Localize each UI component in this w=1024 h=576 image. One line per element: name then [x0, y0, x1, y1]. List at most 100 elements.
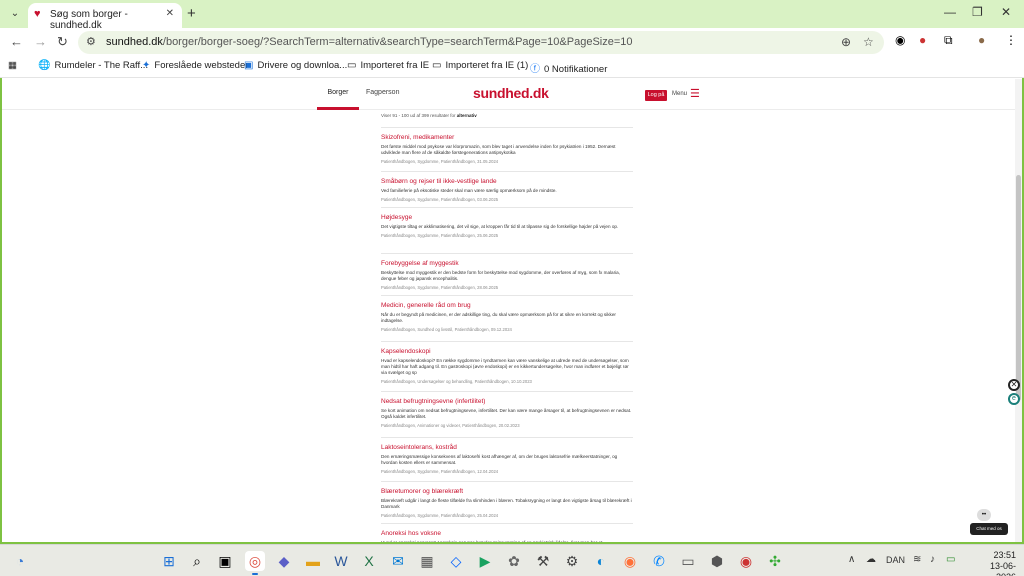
edge-icon[interactable]: ◐: [591, 551, 611, 571]
messenger-icon[interactable]: ✆: [649, 551, 669, 571]
calculator-icon[interactable]: ▦: [417, 551, 437, 571]
app-icon[interactable]: ◉: [736, 551, 756, 571]
accessibility-widget-icon[interactable]: e: [1008, 393, 1020, 405]
bookmark-item[interactable]: ⓕ 0 Notifikationer: [530, 60, 607, 75]
result-title-link[interactable]: Blæretumorer og blærekræft: [381, 488, 633, 495]
result-title-link[interactable]: Medicin, generelle råd om brug: [381, 302, 633, 309]
clock-date: 13-06-2026: [989, 561, 1016, 576]
bookmark-item[interactable]: ▭ Importeret fra IE (1): [432, 60, 528, 71]
site-info-icon[interactable]: ⚙: [86, 35, 96, 48]
browser-menu-icon[interactable]: ⋮: [1005, 33, 1017, 47]
result-meta: Patienthåndbogen, Sygdomme, Patienthåndb…: [381, 513, 499, 518]
bookmark-item[interactable]: ✦ Foreslåede websteder: [142, 60, 248, 71]
app-icon[interactable]: ⚙: [562, 551, 582, 571]
bookmark-star-icon[interactable]: ☆: [863, 35, 874, 49]
tab-fagperson[interactable]: Fagperson: [366, 89, 399, 96]
app-icon[interactable]: ⬢: [707, 551, 727, 571]
folder-icon: ▭: [432, 60, 442, 71]
sparkle-icon: ✦: [142, 60, 151, 71]
folder-icon: ▭: [347, 60, 357, 71]
result-meta: Patienthåndbogen, Sygdomme, Patienthåndb…: [381, 197, 499, 202]
app-icon[interactable]: ⚒: [533, 551, 553, 571]
bookmark-item[interactable]: ▭ Importeret fra IE: [347, 60, 429, 71]
menu-label[interactable]: Menu: [672, 91, 687, 97]
result-meta: Patienthåndbogen, Sygdomme, Patienthåndb…: [381, 233, 499, 238]
result-description: Se kort animation om nedsat befrugtnings…: [381, 408, 632, 419]
clock[interactable]: 23:51 13-06-2026: [976, 550, 1016, 576]
dell-icon: ▣: [244, 60, 254, 71]
profile-avatar[interactable]: ●: [978, 33, 985, 47]
result-description: Ved familieferie på eksotiske steder ska…: [381, 188, 557, 193]
tab-search-icon[interactable]: ⌄: [6, 6, 24, 22]
search-result: Nedsat befrugtningsevne (infertilitet) Se…: [381, 391, 633, 437]
restore-icon[interactable]: ❐: [972, 5, 983, 19]
login-button[interactable]: Log på: [645, 90, 667, 101]
search-result: Skizofreni, medikamenter Det første midde…: [381, 127, 633, 171]
search-icon[interactable]: ⌕: [187, 551, 207, 571]
bookmark-item[interactable]: ▣ Drivere og downloa...: [244, 60, 347, 71]
extension-shield-icon[interactable]: ◉: [895, 33, 905, 47]
word-icon[interactable]: W: [331, 551, 351, 571]
start-icon[interactable]: ⊞: [159, 551, 179, 571]
extension-color-icon[interactable]: ●: [919, 33, 926, 47]
cloud-icon[interactable]: ☁: [866, 554, 876, 565]
close-tab-icon[interactable]: ✕: [166, 8, 174, 19]
minimize-icon[interactable]: —: [944, 5, 956, 19]
dropbox-icon[interactable]: ◇: [446, 551, 466, 571]
file-explorer-icon[interactable]: ▬: [303, 551, 323, 571]
app-icon[interactable]: ✣: [765, 551, 785, 571]
bookmark-item[interactable]: 🌐 Rumdeler - The Raff...: [38, 60, 148, 71]
show-hidden-icons-icon[interactable]: ∧: [848, 554, 855, 565]
back-icon[interactable]: ←: [10, 34, 23, 49]
scrollbar-thumb[interactable]: [1016, 175, 1021, 401]
extensions-puzzle-icon[interactable]: ⧉: [944, 33, 953, 48]
close-window-icon[interactable]: ✕: [1001, 5, 1011, 19]
task-view-icon[interactable]: ▣: [215, 551, 235, 571]
battery-icon[interactable]: ▭: [946, 554, 955, 565]
web-page: Borger Fagperson sundhed.dk Log på Menu …: [2, 79, 1017, 542]
tab-active[interactable]: ♥ Søg som borger - sundhed.dk ✕: [28, 3, 182, 31]
tab-borger[interactable]: Borger: [317, 89, 359, 96]
result-meta: Patienthåndbogen, Animationer og videoer…: [381, 423, 520, 428]
outlook-icon[interactable]: ✉: [388, 551, 408, 571]
excel-icon[interactable]: X: [359, 551, 379, 571]
result-meta: Patienthåndbogen, Sygdomme, Patienthåndb…: [381, 285, 499, 290]
language-indicator[interactable]: DAN: [886, 555, 905, 565]
address-bar[interactable]: ⚙ sundhed.dk/borger/borger-soeg/?SearchT…: [78, 31, 884, 54]
result-title-link[interactable]: Forebyggelse af myggestik: [381, 260, 633, 267]
result-title-link[interactable]: Højdesyge: [381, 214, 633, 221]
reload-icon[interactable]: ↻: [57, 34, 68, 50]
result-title-link[interactable]: Skizofreni, medikamenter: [381, 134, 633, 141]
search-result: Kapselendoskopi Hvad er kapselendoskopi? …: [381, 341, 633, 391]
close-widget-icon[interactable]: ✕: [1008, 379, 1020, 391]
result-title-link[interactable]: Laktoseintolerans, kostråd: [381, 444, 633, 451]
app-icon[interactable]: ▶: [475, 551, 495, 571]
wifi-icon[interactable]: ≋: [913, 554, 921, 565]
facebook-icon: ⓕ: [530, 64, 540, 75]
result-title-link[interactable]: Anoreksi hos voksne: [381, 530, 633, 537]
app-icon[interactable]: ✿: [504, 551, 524, 571]
chrome-icon[interactable]: ◎: [245, 551, 265, 571]
apps-grid-icon[interactable]: ▦: [8, 60, 17, 71]
new-tab-icon[interactable]: +: [187, 5, 196, 22]
chat-button[interactable]: Chat med os: [970, 523, 1008, 535]
app-icon[interactable]: ▭: [678, 551, 698, 571]
result-title-link[interactable]: Kapselendoskopi: [381, 348, 633, 355]
forward-icon[interactable]: →: [34, 34, 47, 49]
result-description: Hvad er anoreksi nervosa? Anoreksia nerv…: [381, 540, 633, 542]
url-text[interactable]: sundhed.dk/borger/borger-soeg/?SearchTer…: [106, 36, 633, 48]
result-meta: Patienthåndbogen, Sundhed og livsstil, P…: [381, 327, 512, 332]
widgets-icon[interactable]: ◔: [10, 551, 30, 571]
chat-avatar-icon[interactable]: ••: [977, 509, 991, 521]
hamburger-menu-icon[interactable]: ☰: [690, 87, 700, 100]
site-logo[interactable]: sundhed.dk: [473, 85, 549, 101]
firefox-icon[interactable]: ◉: [620, 551, 640, 571]
zoom-icon[interactable]: ⊕: [841, 35, 851, 49]
search-result: Medicin, generelle råd om brug Når du er …: [381, 295, 633, 341]
result-title-link[interactable]: Småbørn og rejser til ikke-vestlige land…: [381, 178, 633, 185]
active-tab-indicator: [317, 107, 359, 110]
result-title-link[interactable]: Nedsat befrugtningsevne (infertilitet): [381, 398, 633, 405]
page-scrollbar[interactable]: [1015, 79, 1022, 542]
volume-icon[interactable]: ♪: [930, 554, 935, 565]
teams-icon[interactable]: ◆: [274, 551, 294, 571]
